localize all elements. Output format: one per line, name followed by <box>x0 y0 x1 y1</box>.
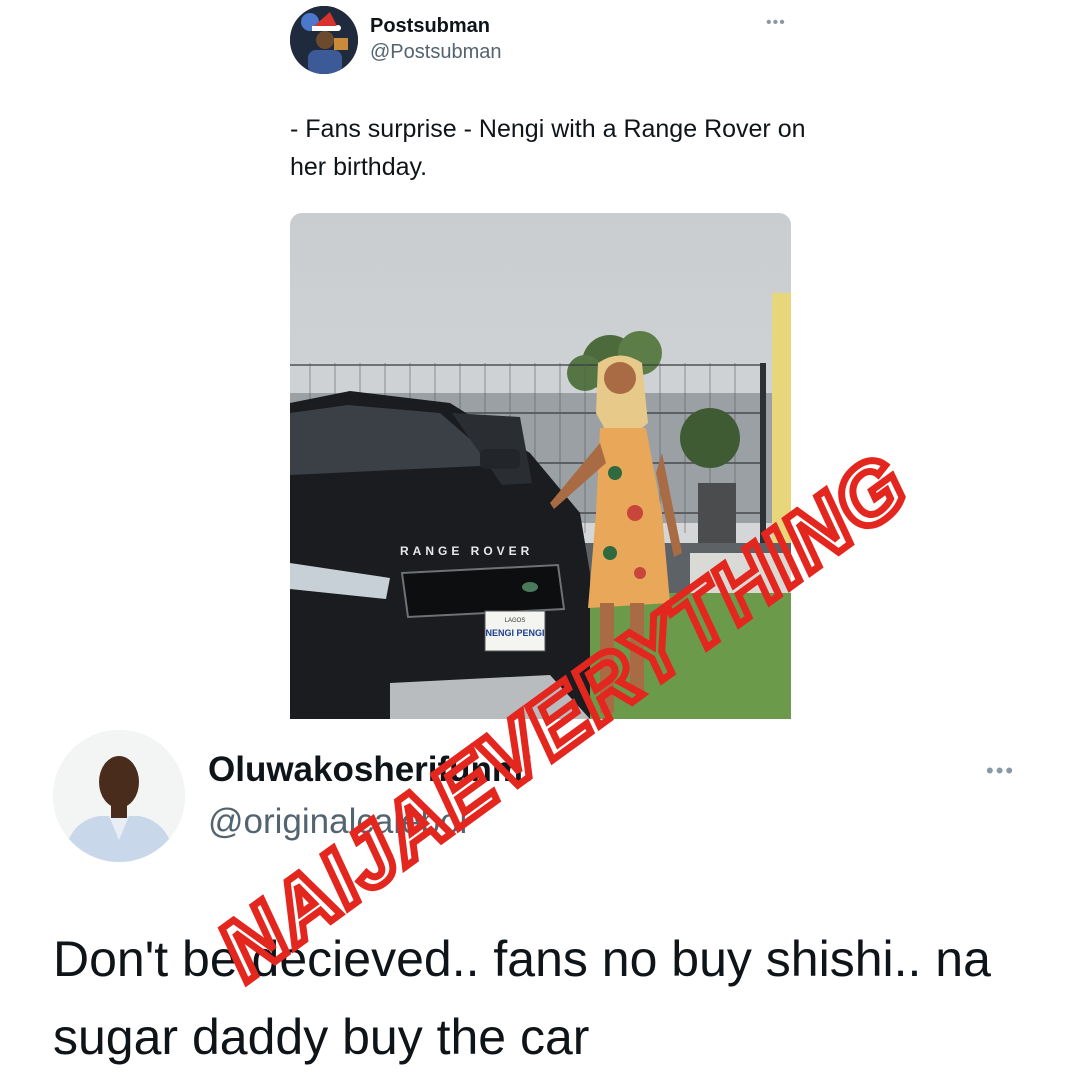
tweet-photo[interactable]: RANGE ROVER LAGOS NENGI PENGI <box>290 213 791 719</box>
svg-text:RANGE ROVER: RANGE ROVER <box>400 544 533 558</box>
svg-text:NENGI PENGI: NENGI PENGI <box>485 628 544 638</box>
more-dots-icon[interactable]: ••• <box>986 758 1015 784</box>
reply-author-avatar[interactable] <box>53 730 185 862</box>
svg-text:LAGOS: LAGOS <box>505 618 526 624</box>
reply-text: Don't be decieved.. fans no buy shishi..… <box>53 931 991 1065</box>
tweet-text: - Fans surprise - Nengi with a Range Rov… <box>290 115 806 181</box>
more-dots-icon[interactable]: ••• <box>766 14 786 32</box>
reply-author-name[interactable]: Oluwakosherifunmi <box>208 750 533 790</box>
author-avatar[interactable] <box>290 6 358 74</box>
author-handle[interactable]: @Postsubman <box>370 41 501 64</box>
reply-author-handle[interactable]: @originalcaleboi <box>208 802 467 842</box>
author-name[interactable]: Postsubman <box>370 15 490 38</box>
